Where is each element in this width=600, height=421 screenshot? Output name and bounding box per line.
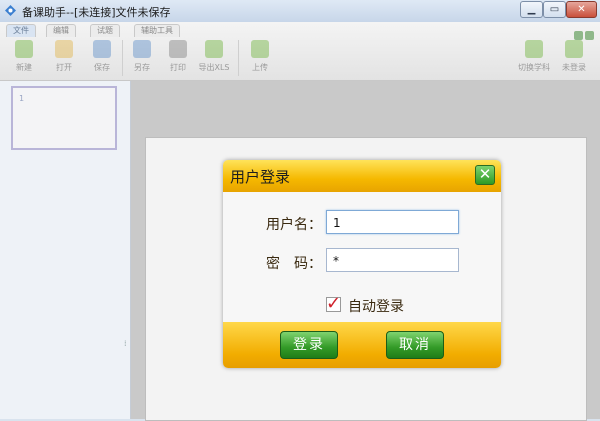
username-label: 用户名：	[266, 217, 322, 233]
save-as-button[interactable]: 另存	[126, 38, 158, 78]
dialog-footer: 登录 取消	[223, 322, 501, 368]
save-icon	[93, 40, 111, 58]
close-window-button[interactable]: ✕	[566, 1, 597, 18]
toolbar-separator	[122, 40, 123, 76]
tab-tools[interactable]: 辅助工具	[134, 24, 180, 37]
password-input[interactable]: *	[326, 248, 459, 272]
open-folder-icon	[55, 40, 73, 58]
slide-thumbnail[interactable]: 1	[11, 86, 117, 150]
tab-file[interactable]: 文件	[6, 24, 36, 37]
login-status-button[interactable]: 未登录	[558, 38, 590, 78]
password-label: 密 码：	[266, 256, 322, 272]
panel-splitter-handle[interactable]: ⁞	[124, 339, 128, 349]
login-dialog: 用户登录 ✕ 用户名： 1 密 码： * ✓ 自动登录 登录 取消	[223, 160, 501, 368]
dialog-title: 用户登录	[230, 168, 291, 186]
auto-login-label: 自动登录	[348, 299, 404, 315]
tab-questions[interactable]: 试题	[90, 24, 120, 37]
print-icon	[169, 40, 187, 58]
checkmark-icon: ✓	[326, 293, 342, 314]
dialog-header: 用户登录 ✕	[223, 160, 501, 192]
login-button[interactable]: 登录	[280, 331, 338, 359]
save-as-icon	[133, 40, 151, 58]
slide-panel: 1 ⁞	[0, 81, 131, 419]
auto-login-checkbox[interactable]: ✓	[326, 293, 341, 314]
upload-icon	[251, 40, 269, 58]
open-button[interactable]: 打开	[48, 38, 80, 78]
username-input[interactable]: 1	[326, 210, 459, 234]
export-icon	[205, 40, 223, 58]
switch-subject-button[interactable]: 切换学科	[518, 38, 550, 78]
user-icon	[565, 40, 583, 58]
ribbon-toolbar: 文件 编辑 试题 辅助工具 新建 打开 保存 另存 打印 导出XLS 上传 切换…	[0, 22, 600, 81]
new-button[interactable]: 新建	[8, 38, 40, 78]
tab-edit[interactable]: 编辑	[46, 24, 76, 37]
maximize-button[interactable]: ▭	[543, 1, 566, 18]
minimize-button[interactable]: ▁	[520, 1, 543, 18]
window-title-bar: 备课助手--[未连接]文件未保存 ▁ ▭ ✕	[0, 0, 600, 23]
cancel-button[interactable]: 取消	[386, 331, 444, 359]
window-title: 备课助手--[未连接]文件未保存	[22, 6, 171, 19]
switch-subject-icon	[525, 40, 543, 58]
upload-button[interactable]: 上传	[244, 38, 276, 78]
close-dialog-button[interactable]: ✕	[475, 165, 495, 185]
new-file-icon	[15, 40, 33, 58]
slide-number: 1	[19, 94, 25, 103]
save-button[interactable]: 保存	[86, 38, 118, 78]
print-button[interactable]: 打印	[162, 38, 194, 78]
toolbar-separator	[238, 40, 239, 76]
export-xls-button[interactable]: 导出XLS	[198, 38, 230, 78]
app-icon	[5, 5, 16, 16]
